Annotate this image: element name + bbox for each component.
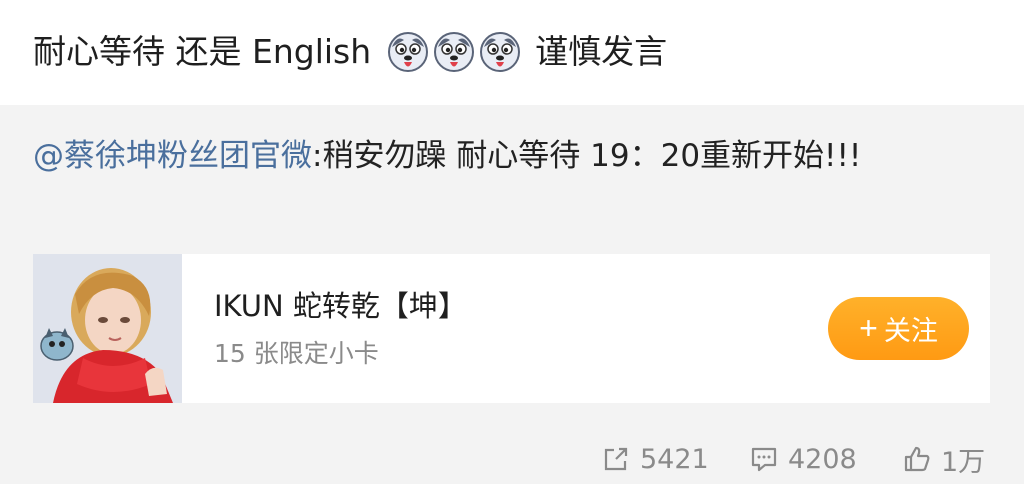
emoji-group xyxy=(387,31,521,73)
husky-emoji-icon xyxy=(480,32,521,72)
like-count: 1万 xyxy=(941,446,986,478)
follow-button[interactable]: + 关注 xyxy=(828,297,969,360)
like-button[interactable]: 1万 xyxy=(903,439,985,479)
repost-count: 5421 xyxy=(640,443,709,475)
mention-link[interactable]: @蔡徐坤粉丝团官微 xyxy=(33,138,312,174)
post-text-part2: 谨慎发言 xyxy=(535,32,668,71)
comment-button[interactable]: 4208 xyxy=(750,439,857,479)
plus-icon: + xyxy=(859,310,878,346)
repost-body: :稍安勿躁 耐心等待 19：20重新开始!!! xyxy=(312,138,862,174)
repost-button[interactable]: 5421 xyxy=(602,439,709,479)
share-icon xyxy=(604,447,628,471)
card-title: IKUN 蛇转乾【坤】 xyxy=(214,289,467,323)
anime-portrait-image xyxy=(33,254,182,403)
comment-icon xyxy=(751,447,777,472)
action-bar: 5421 4208 1万 xyxy=(0,439,1024,479)
card-thumbnail xyxy=(33,254,182,403)
husky-emoji-icon xyxy=(388,32,429,72)
product-card[interactable]: IKUN 蛇转乾【坤】 15 张限定小卡 + 关注 xyxy=(33,254,990,403)
thumbs-up-icon xyxy=(904,446,930,472)
repost-container[interactable]: @蔡徐坤粉丝团官微:稍安勿躁 耐心等待 19：20重新开始!!! IKUN 蛇转… xyxy=(0,105,1024,484)
repost-text: @蔡徐坤粉丝团官微:稍安勿躁 耐心等待 19：20重新开始!!! xyxy=(33,132,913,181)
follow-label: 关注 xyxy=(883,316,938,346)
card-subtitle: 15 张限定小卡 xyxy=(214,339,379,368)
post-text: 耐心等待 还是 English 谨慎发言 xyxy=(33,28,667,76)
comment-count: 4208 xyxy=(788,443,857,475)
husky-emoji-icon xyxy=(434,32,475,72)
post-text-part1: 耐心等待 还是 English xyxy=(33,32,372,71)
